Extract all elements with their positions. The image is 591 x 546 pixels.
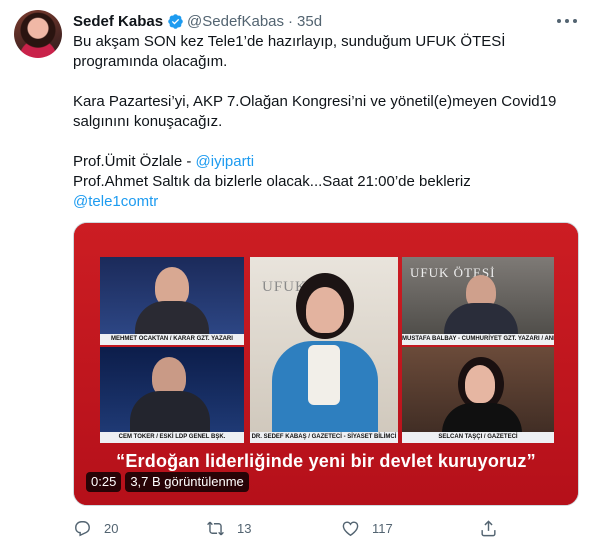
retweet-button[interactable]: 13 (206, 519, 251, 538)
video-subtitle: “Erdoğan liderliğinde yeni bir devlet ku… (116, 451, 536, 471)
tweet: Sedef Kabas @SedefKabas · 35d Bu akşam S… (0, 0, 591, 546)
verified-badge-icon (168, 13, 183, 29)
reply-icon (75, 520, 90, 536)
retweet-count: 13 (237, 520, 252, 536)
tweet-line-3: Prof.Ümit Özlale - @iyiparti (73, 152, 578, 172)
video-caption-4: MUSTAFA BALBAY - CUMHURİYET GZT. YAZARI … (402, 334, 554, 345)
video-panel-5: SELCAN TAŞÇI / GAZETECİ (402, 347, 554, 443)
video-caption-3: DR. SEDEF KABAŞ / GAZETECİ - SİYASET BİL… (250, 432, 398, 443)
like-button[interactable]: 117 (341, 519, 393, 538)
separator-dot: · (288, 12, 294, 30)
more-dots-icon[interactable] (557, 12, 577, 30)
video-player[interactable]: MEHMET OCAKTAN / KARAR GZT. YAZARI CEM T… (73, 222, 579, 506)
share-button[interactable] (479, 519, 510, 538)
display-name[interactable]: Sedef Kabas (73, 13, 163, 30)
video-caption-5: SELCAN TAŞÇI / GAZETECİ (402, 432, 554, 443)
tweet-header: Sedef Kabas @SedefKabas · 35d (73, 10, 322, 32)
share-icon (481, 519, 496, 536)
tweet-actions: 20 13 117 (73, 516, 503, 540)
video-badge: 0:25 3,7 B görüntülenme (86, 472, 249, 492)
avatar[interactable] (14, 10, 62, 58)
tweet-line-2: Kara Pazartesi’yi, AKP 7.Olağan Kongresi… (73, 93, 557, 130)
mention-tele1comtr[interactable]: @tele1comtr (73, 193, 158, 210)
video-caption-1: MEHMET OCAKTAN / KARAR GZT. YAZARI (100, 334, 244, 345)
video-panel-1: MEHMET OCAKTAN / KARAR GZT. YAZARI (100, 257, 244, 345)
video-frame: MEHMET OCAKTAN / KARAR GZT. YAZARI CEM T… (74, 223, 578, 505)
tweet-line-3-text: Prof.Ümit Özlale - (73, 153, 196, 170)
mention-iyiparti[interactable]: @iyiparti (196, 153, 255, 170)
timestamp[interactable]: 35d (297, 13, 322, 30)
video-panel-4: UFUK ÖTESİ MUSTAFA BALBAY - CUMHURİYET G… (402, 257, 554, 345)
video-panel-2: CEM TOKER / ESKİ LDP GENEL BŞK. (100, 347, 244, 443)
video-panel-3: UFUK DR. SEDEF KABAŞ / GAZETECİ - SİYASE… (250, 257, 398, 443)
video-duration: 0:25 (86, 472, 122, 492)
video-caption-2: CEM TOKER / ESKİ LDP GENEL BŞK. (100, 432, 244, 443)
like-count: 117 (372, 520, 393, 536)
reply-count: 20 (104, 520, 119, 536)
retweet-icon (207, 521, 224, 535)
handle[interactable]: @SedefKabas (187, 13, 284, 30)
reply-button[interactable]: 20 (73, 519, 118, 538)
tweet-line-1: Bu akşam SON kez Tele1’de hazırlayıp, su… (73, 33, 506, 70)
video-views: 3,7 B görüntülenme (125, 472, 249, 492)
tweet-text: Bu akşam SON kez Tele1’de hazırlayıp, su… (73, 32, 578, 212)
tweet-line-4: Prof.Ahmet Saltık da bizlerle olacak...S… (73, 173, 471, 190)
heart-icon (342, 520, 359, 536)
